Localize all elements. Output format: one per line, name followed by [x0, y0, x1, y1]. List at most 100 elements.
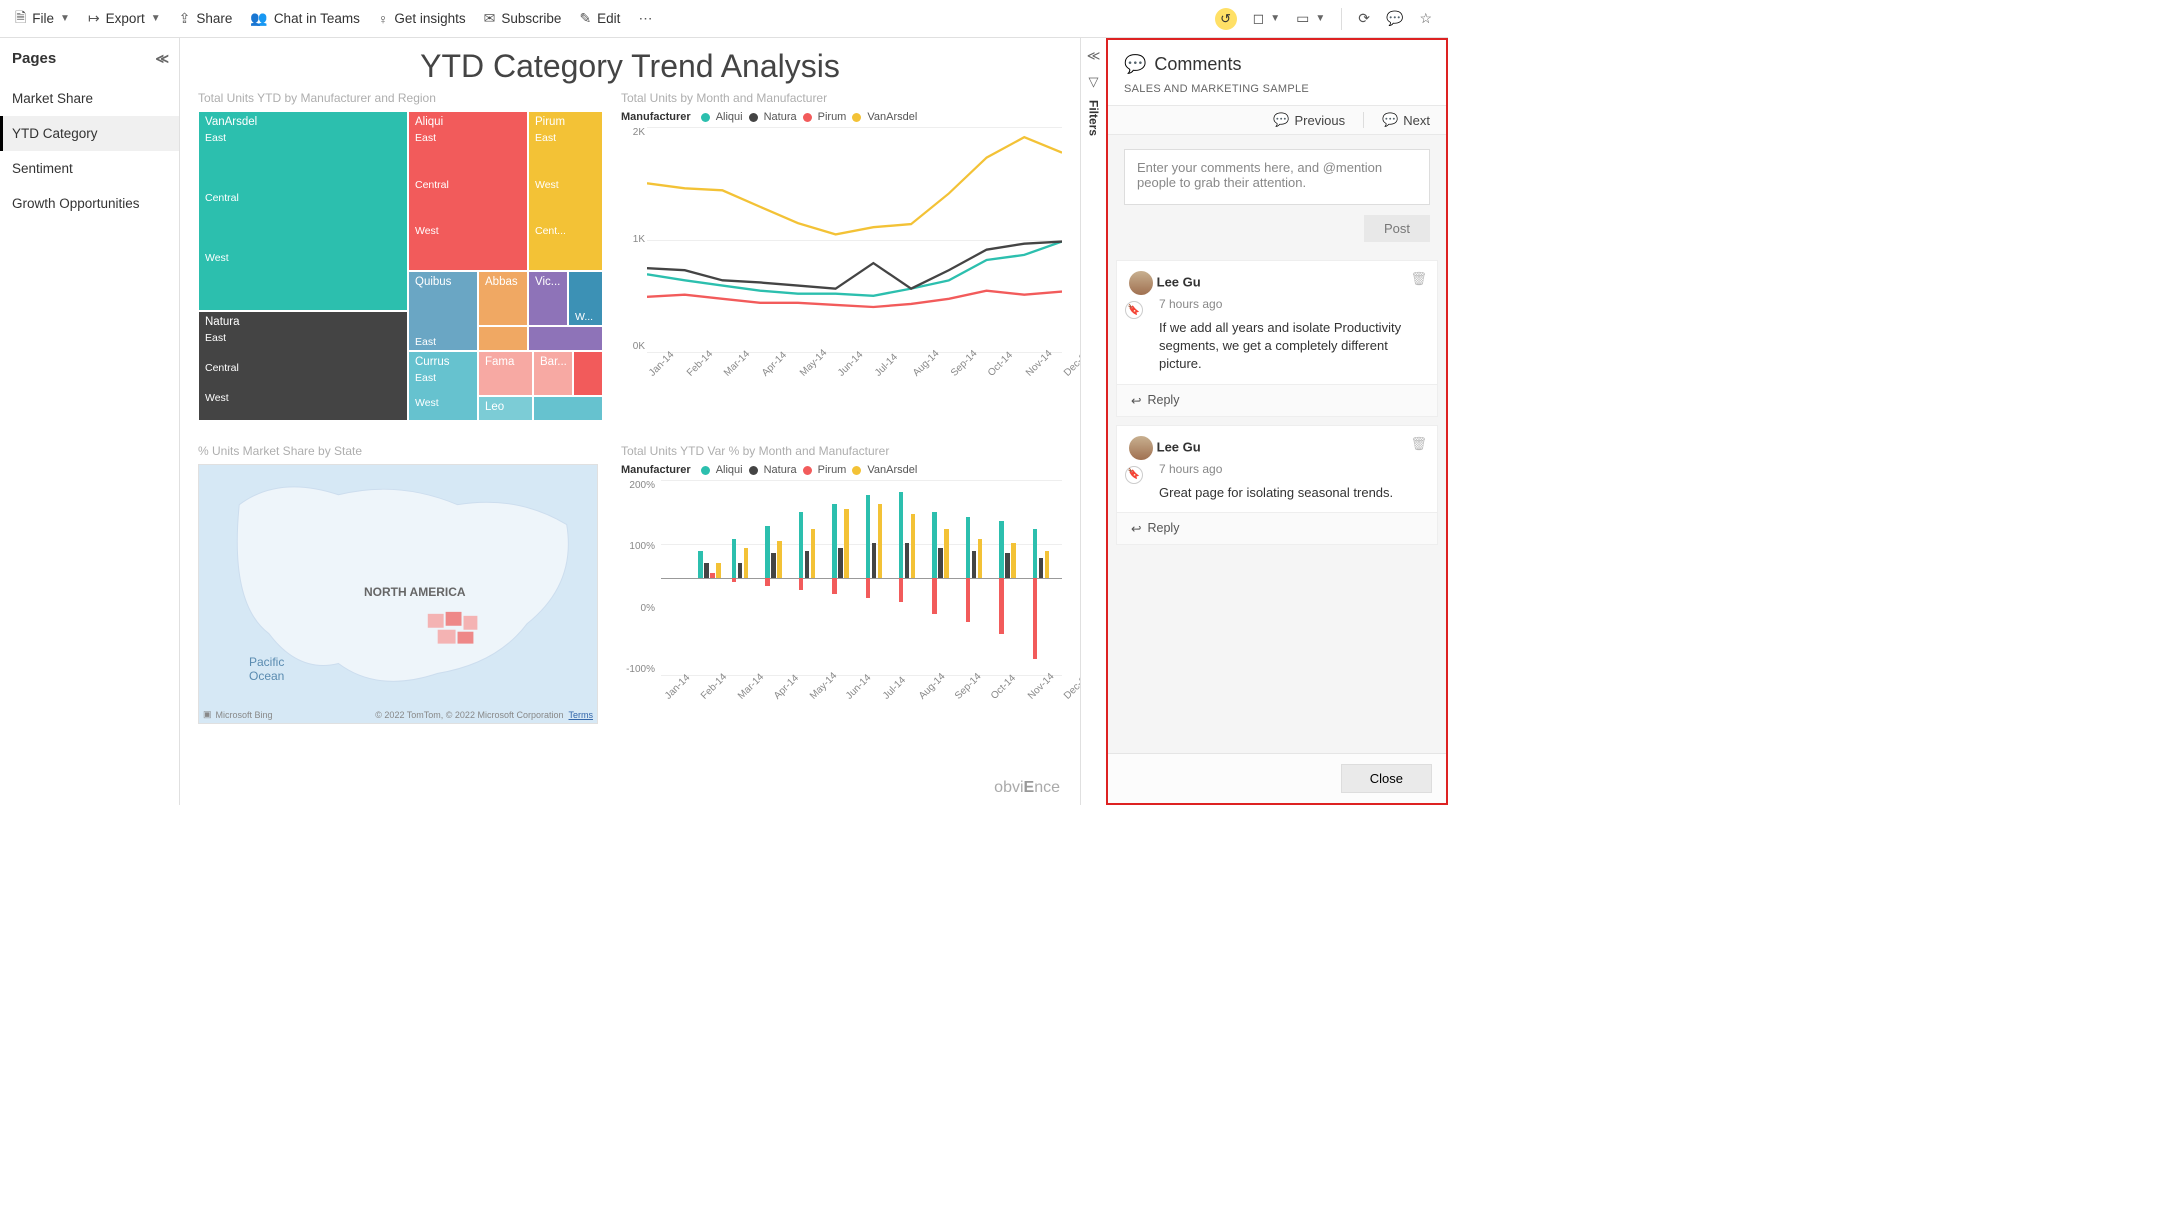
bar-natura[interactable] — [771, 553, 776, 577]
comments-prev-button[interactable]: 💬 Previous — [1273, 112, 1345, 128]
treemap-cell[interactable] — [528, 326, 603, 351]
bookmark-menu[interactable]: ◻ ▼ — [1253, 10, 1281, 27]
bar-natura[interactable] — [972, 551, 977, 578]
bar-aliqui[interactable] — [999, 521, 1004, 577]
page-item-ytd-category[interactable]: YTD Category — [0, 116, 179, 151]
bar-pirum[interactable] — [899, 578, 904, 602]
bar-chart-visual[interactable]: Total Units YTD Var % by Month and Manuf… — [621, 444, 1062, 744]
bar-vanarsdel[interactable] — [1045, 551, 1050, 578]
treemap-cell[interactable] — [478, 326, 528, 351]
treemap-cell[interactable]: Vic... — [528, 271, 568, 326]
bar-natura[interactable] — [838, 548, 843, 577]
comment-input[interactable]: Enter your comments here, and @mention p… — [1124, 149, 1430, 205]
treemap-cell[interactable]: Bar... — [533, 351, 573, 396]
map-terms-link[interactable]: Terms — [569, 710, 594, 720]
bar-pirum[interactable] — [732, 578, 737, 582]
comments-toggle[interactable]: 💬 — [1386, 10, 1403, 27]
export-menu[interactable]: ↦ Export ▼ — [88, 10, 161, 27]
get-insights-button[interactable]: ♀ Get insights — [378, 11, 466, 27]
bar-vanarsdel[interactable] — [777, 541, 782, 578]
bar-natura[interactable] — [1005, 553, 1010, 577]
bar-natura[interactable] — [905, 543, 910, 577]
bar-aliqui[interactable] — [799, 512, 804, 578]
line-series-pirum[interactable] — [647, 291, 1062, 307]
bar-vanarsdel[interactable] — [911, 514, 916, 577]
more-menu[interactable]: ⋯ — [638, 10, 652, 27]
bar-vanarsdel[interactable] — [1011, 543, 1016, 577]
bar-aliqui[interactable] — [866, 495, 871, 578]
bar-pirum[interactable] — [832, 578, 837, 594]
bar-pirum[interactable] — [866, 578, 871, 598]
bar-natura[interactable] — [872, 543, 877, 577]
share-button[interactable]: ⇪ Share — [179, 10, 233, 27]
bar-vanarsdel[interactable] — [811, 529, 816, 578]
line-series-vanarsdel[interactable] — [647, 137, 1062, 234]
close-comments-button[interactable]: Close — [1341, 764, 1432, 793]
bar-vanarsdel[interactable] — [744, 548, 749, 577]
post-comment-button[interactable]: Post — [1364, 215, 1430, 242]
treemap-cell[interactable]: VanArsdelEastCentralWest — [198, 111, 408, 311]
bar-pirum[interactable] — [710, 573, 715, 578]
bar-vanarsdel[interactable] — [978, 539, 983, 578]
bar-pirum[interactable] — [1033, 578, 1038, 659]
expand-filters-icon[interactable]: ≪ — [1087, 48, 1101, 64]
bar-vanarsdel[interactable] — [944, 529, 949, 578]
page-item-market-share[interactable]: Market Share — [0, 81, 179, 116]
bar-aliqui[interactable] — [1033, 529, 1038, 578]
bar-natura[interactable] — [805, 551, 810, 578]
line-series-aliqui[interactable] — [647, 242, 1062, 296]
treemap-visual[interactable]: Total Units YTD by Manufacturer and Regi… — [198, 91, 603, 426]
treemap-cell[interactable]: Leo — [478, 396, 533, 421]
treemap-cell[interactable]: NaturaEastCentralWest — [198, 311, 408, 421]
bookmark-icon[interactable]: 🔖 — [1125, 301, 1143, 319]
subscribe-button[interactable]: ✉ Subscribe — [484, 10, 562, 27]
reply-button[interactable]: ↩Reply — [1117, 512, 1437, 544]
bar-aliqui[interactable] — [732, 539, 737, 578]
reset-button[interactable]: ↺ — [1215, 8, 1237, 30]
treemap-cell[interactable]: Abbas — [478, 271, 528, 326]
page-item-growth-opportunities[interactable]: Growth Opportunities — [0, 186, 179, 221]
bar-aliqui[interactable] — [966, 517, 971, 578]
treemap-cell[interactable] — [573, 351, 603, 396]
bar-vanarsdel[interactable] — [878, 504, 883, 577]
bar-natura[interactable] — [938, 548, 943, 577]
bar-aliqui[interactable] — [698, 551, 703, 578]
treemap-cell[interactable]: Fama — [478, 351, 533, 396]
bar-pirum[interactable] — [999, 578, 1004, 635]
treemap-cell[interactable]: CurrusEastWest — [408, 351, 478, 421]
bar-pirum[interactable] — [932, 578, 937, 615]
delete-comment-button[interactable]: 🗑 — [1410, 271, 1427, 287]
bar-aliqui[interactable] — [932, 512, 937, 578]
delete-comment-button[interactable]: 🗑 — [1410, 436, 1427, 452]
reply-button[interactable]: ↩Reply — [1117, 384, 1437, 416]
file-menu[interactable]: 🗎 File ▼ — [15, 7, 70, 31]
filters-pane-collapsed[interactable]: ≪ ▽ Filters — [1080, 38, 1108, 805]
bar-vanarsdel[interactable] — [716, 563, 721, 578]
treemap-cell[interactable]: W... — [568, 271, 603, 326]
bar-pirum[interactable] — [799, 578, 804, 590]
treemap-cell[interactable] — [533, 396, 603, 421]
edit-button[interactable]: ✎ Edit — [579, 10, 620, 27]
map-visual[interactable]: % Units Market Share by State NORTH AMER… — [198, 444, 603, 744]
treemap-cell[interactable]: AliquiEastCentralWest — [408, 111, 528, 271]
favorite-button[interactable]: ☆ — [1419, 10, 1432, 27]
bookmark-icon[interactable]: 🔖 — [1125, 466, 1143, 484]
bar-vanarsdel[interactable] — [844, 509, 849, 577]
page-item-sentiment[interactable]: Sentiment — [0, 151, 179, 186]
bar-natura[interactable] — [1039, 558, 1044, 578]
bar-aliqui[interactable] — [765, 526, 770, 577]
bar-aliqui[interactable] — [832, 504, 837, 577]
line-chart-visual[interactable]: Total Units by Month and Manufacturer Ma… — [621, 91, 1062, 426]
bar-natura[interactable] — [738, 563, 743, 578]
treemap-cell[interactable]: PirumEastWestCent... — [528, 111, 603, 271]
collapse-sidebar-button[interactable]: ≪ — [155, 51, 169, 67]
bar-natura[interactable] — [704, 563, 709, 578]
bar-pirum[interactable] — [765, 578, 770, 586]
chat-teams-button[interactable]: 👥 Chat in Teams — [250, 10, 359, 27]
view-menu[interactable]: ▭ ▼ — [1296, 10, 1325, 27]
treemap-cell[interactable]: QuibusEast — [408, 271, 478, 351]
line-series-natura[interactable] — [647, 242, 1062, 289]
refresh-button[interactable]: ⟳ — [1358, 10, 1370, 27]
bar-aliqui[interactable] — [899, 492, 904, 577]
bar-pirum[interactable] — [966, 578, 971, 623]
